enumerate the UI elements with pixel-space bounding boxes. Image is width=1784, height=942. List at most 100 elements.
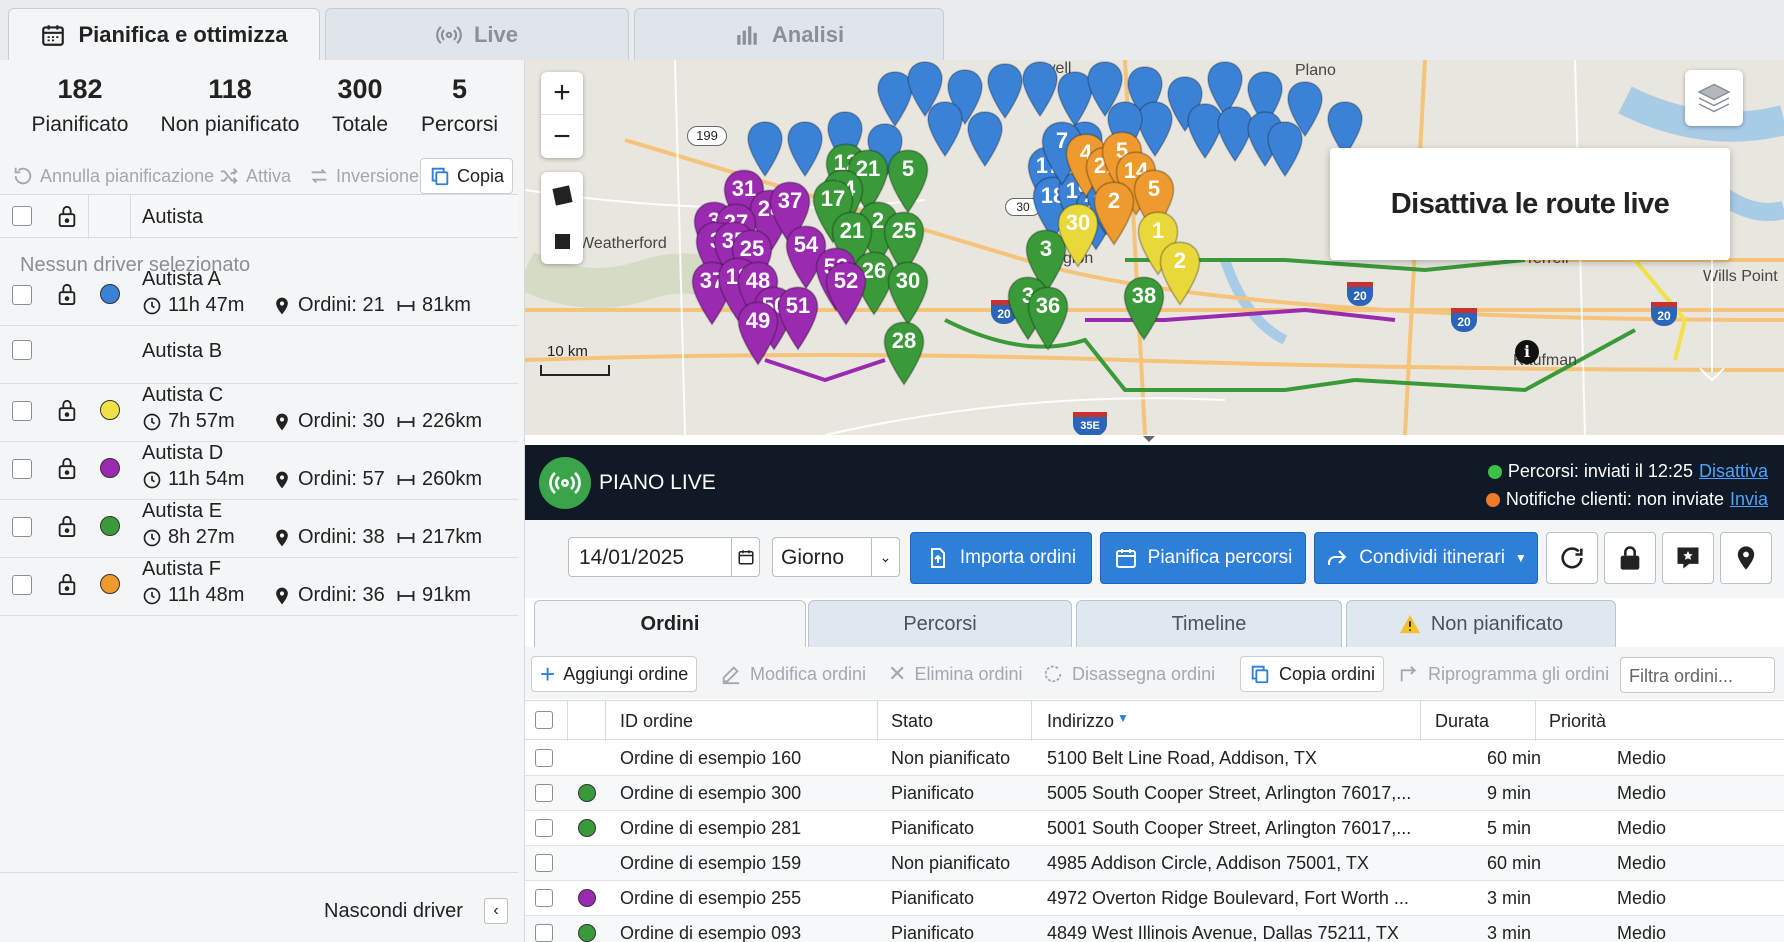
refresh-button[interactable] bbox=[1546, 532, 1598, 584]
edit-orders-button[interactable]: Modifica ordini bbox=[720, 656, 866, 692]
date-picker[interactable]: 14/01/2025 bbox=[568, 537, 760, 577]
plan-routes-button[interactable]: Pianifica percorsi bbox=[1100, 532, 1306, 584]
filter-orders-input[interactable]: Filtra ordini... bbox=[1620, 657, 1775, 693]
lock-icon[interactable] bbox=[56, 456, 78, 480]
map-pin[interactable]: 30 bbox=[885, 260, 931, 327]
reverse-button[interactable]: Inversione bbox=[308, 158, 419, 194]
subtab-orders[interactable]: Ordini bbox=[534, 600, 806, 647]
column-header-address[interactable]: Indirizzo bbox=[1047, 711, 1114, 732]
tab-analytics[interactable]: Analisi bbox=[634, 8, 944, 60]
driver-checkbox[interactable] bbox=[12, 517, 32, 537]
driver-row[interactable]: Autista D 11h 54m Ordini: 57 260km bbox=[0, 434, 518, 500]
draw-rectangle-icon[interactable] bbox=[554, 218, 570, 264]
lock-icon[interactable] bbox=[56, 514, 78, 538]
table-row[interactable]: Ordine di esempio 160 Non pianificato 5100… bbox=[525, 741, 1784, 776]
row-checkbox[interactable] bbox=[535, 889, 553, 907]
calendar-icon[interactable] bbox=[731, 538, 759, 576]
zoom-out-icon[interactable]: − bbox=[541, 115, 583, 158]
map-pin[interactable]: 52 bbox=[823, 260, 869, 327]
map-pin[interactable] bbox=[1265, 120, 1305, 178]
location-button[interactable] bbox=[1720, 532, 1772, 584]
driver-checkbox[interactable] bbox=[12, 340, 32, 360]
send-notifications-link[interactable]: Invia bbox=[1730, 489, 1768, 510]
splitter-handle-icon[interactable] bbox=[1143, 436, 1155, 442]
column-divider bbox=[1031, 701, 1032, 741]
map-pin[interactable] bbox=[1020, 60, 1060, 118]
row-checkbox[interactable] bbox=[535, 819, 553, 837]
route-color-dot bbox=[578, 924, 596, 942]
table-row[interactable]: Ordine di esempio 093 Pianificato 4849 Wes… bbox=[525, 916, 1784, 942]
driver-row[interactable]: Autista C 7h 57m Ordini: 30 226km bbox=[0, 376, 518, 442]
map-pin[interactable]: 2 bbox=[1157, 240, 1203, 307]
sort-desc-icon[interactable]: ▼ bbox=[1117, 711, 1129, 725]
reschedule-icon bbox=[1400, 666, 1417, 682]
zoom-control: + − bbox=[541, 72, 583, 158]
table-row[interactable]: Ordine di esempio 255 Pianificato 4972 Ove… bbox=[525, 881, 1784, 916]
unassign-orders-button[interactable]: Disassegna ordini bbox=[1042, 656, 1215, 692]
duration-value: 11h 47m bbox=[168, 294, 245, 316]
driver-row[interactable]: Autista E 8h 27m Ordini: 38 217km bbox=[0, 492, 518, 558]
subtab-routes[interactable]: Percorsi bbox=[808, 600, 1072, 647]
lock-icon[interactable] bbox=[56, 572, 78, 596]
pin-label: 37 bbox=[777, 188, 803, 214]
zoom-in-icon[interactable]: + bbox=[541, 72, 583, 115]
lock-button[interactable] bbox=[1604, 532, 1656, 584]
button-label: Aggiungi ordine bbox=[563, 663, 689, 684]
map-pin[interactable] bbox=[785, 120, 825, 178]
copy-orders-button[interactable]: Copia ordini bbox=[1240, 656, 1385, 692]
hide-drivers-label[interactable]: Nascondi driver bbox=[324, 900, 463, 923]
layers-icon[interactable] bbox=[1685, 70, 1743, 126]
import-orders-button[interactable]: Importa ordini bbox=[910, 532, 1092, 584]
delete-orders-button[interactable]: ✕ Elimina ordini bbox=[888, 656, 1022, 692]
map-pin[interactable] bbox=[925, 100, 965, 158]
select-all-checkbox[interactable] bbox=[12, 206, 32, 226]
reschedule-orders-button[interactable]: Riprogramma gli ordini bbox=[1398, 656, 1609, 692]
activate-button[interactable]: Attiva bbox=[218, 158, 291, 194]
map-pin[interactable]: 36 bbox=[1025, 285, 1071, 352]
order-status: Non pianificato bbox=[891, 748, 1011, 768]
map-pin[interactable]: 28 bbox=[881, 320, 927, 387]
tab-live[interactable]: Live bbox=[325, 8, 629, 60]
row-checkbox[interactable] bbox=[535, 749, 553, 767]
info-icon[interactable]: i bbox=[1515, 340, 1539, 364]
driver-duration: 7h 57m bbox=[142, 410, 235, 433]
period-select[interactable]: Giorno ⌄ bbox=[772, 537, 900, 577]
driver-checkbox[interactable] bbox=[12, 459, 32, 479]
row-checkbox[interactable] bbox=[535, 854, 553, 872]
undo-planning-button[interactable]: Annulla pianificazione bbox=[12, 158, 214, 194]
row-checkbox[interactable] bbox=[535, 924, 553, 942]
subtab-timeline[interactable]: Timeline bbox=[1076, 600, 1342, 647]
driver-checkbox[interactable] bbox=[12, 575, 32, 595]
add-order-button[interactable]: + Aggiungi ordine bbox=[531, 656, 698, 692]
table-row[interactable]: Ordine di esempio 300 Pianificato 5005 Sou… bbox=[525, 776, 1784, 811]
copy-button[interactable]: Copia bbox=[420, 158, 514, 194]
share-itineraries-button[interactable]: Condividi itinerari ▼ bbox=[1314, 532, 1538, 584]
column-header-order-id[interactable]: ID ordine bbox=[620, 711, 693, 732]
driver-row[interactable]: Autista F 11h 48m Ordini: 36 91km bbox=[0, 550, 518, 616]
driver-row[interactable]: Autista B bbox=[0, 318, 518, 384]
subtab-unplanned[interactable]: Non pianificato bbox=[1346, 600, 1616, 647]
lock-icon[interactable] bbox=[56, 398, 78, 422]
feedback-button[interactable] bbox=[1662, 532, 1714, 584]
map-pin[interactable]: 30 bbox=[1055, 202, 1101, 269]
disable-live-link[interactable]: Disattiva bbox=[1699, 461, 1768, 482]
tab-plan-optimize[interactable]: Pianifica e ottimizza bbox=[8, 8, 320, 60]
select-all-orders-checkbox[interactable] bbox=[535, 711, 553, 729]
driver-name: Autista D bbox=[142, 442, 224, 464]
column-header-priority[interactable]: Priorità bbox=[1549, 711, 1606, 732]
table-row[interactable]: Ordine di esempio 159 Non pianificato 4985… bbox=[525, 846, 1784, 881]
table-row[interactable]: Ordine di esempio 281 Pianificato 5001 Sou… bbox=[525, 811, 1784, 846]
column-header-status[interactable]: Stato bbox=[891, 711, 933, 732]
lock-icon[interactable] bbox=[56, 282, 78, 306]
row-checkbox[interactable] bbox=[535, 784, 553, 802]
collapse-chevron-icon[interactable]: ‹ bbox=[484, 898, 508, 924]
column-header-duration[interactable]: Durata bbox=[1435, 711, 1489, 732]
draw-polygon-icon[interactable] bbox=[551, 172, 573, 218]
driver-row[interactable]: Autista A 11h 47m Ordini: 21 81km bbox=[0, 260, 518, 326]
map-pin[interactable] bbox=[965, 110, 1005, 168]
driver-checkbox[interactable] bbox=[12, 401, 32, 421]
lock-icon[interactable] bbox=[56, 204, 78, 228]
button-label: Importa ordini bbox=[959, 547, 1077, 568]
map-pin[interactable]: 49 bbox=[735, 300, 781, 367]
driver-checkbox[interactable] bbox=[12, 285, 32, 305]
